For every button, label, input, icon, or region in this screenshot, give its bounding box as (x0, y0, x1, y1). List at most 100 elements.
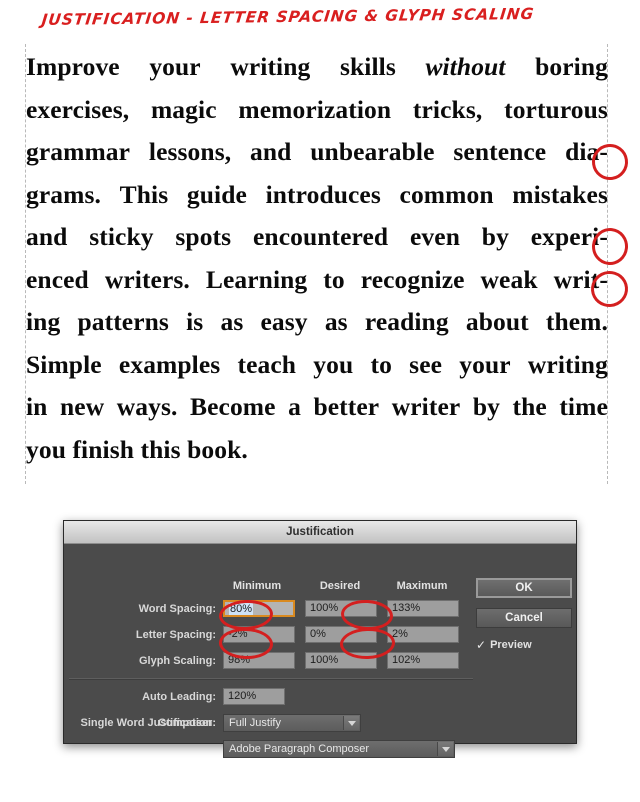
word: finish (72, 434, 135, 464)
preview-checkbox-row[interactable]: ✓ Preview (476, 639, 532, 651)
word: Improve (26, 52, 120, 81)
letter-spacing-desired-input[interactable]: 0% (305, 626, 377, 643)
justification-dialog: Justification Minimum Desired Maximum Wo… (63, 520, 577, 758)
word: and (250, 137, 292, 166)
word: sentence (453, 137, 547, 166)
word: and (26, 222, 68, 251)
word: common (399, 179, 494, 209)
word: the (512, 392, 547, 421)
letter-spacing-maximum-input[interactable]: 2% (387, 626, 459, 643)
preview-label: Preview (490, 639, 532, 651)
word: enced (26, 264, 89, 294)
word-hyphenated: dia- (565, 137, 608, 166)
word: unbearable (310, 137, 435, 166)
word: exercises, (26, 94, 130, 124)
word: torturous (504, 94, 608, 124)
word: a (288, 392, 301, 421)
word: reading (364, 307, 449, 336)
word: recognize (360, 264, 465, 294)
word: writer (391, 392, 461, 421)
composer-value: Adobe Paragraph Composer (229, 743, 370, 755)
letter-spacing-minimum-input[interactable]: -2% (223, 626, 295, 643)
word: you (313, 349, 354, 379)
word: your (149, 52, 201, 81)
word: see (409, 349, 443, 379)
checkmark-icon: ✓ (476, 638, 487, 652)
word-spacing-minimum-input[interactable]: 80% (223, 600, 295, 617)
word-spacing-maximum-input[interactable]: 133% (387, 600, 459, 617)
word: your (459, 349, 511, 379)
word: this (140, 434, 181, 464)
sample-paragraph: Improve your writing skills without boring ex… (26, 46, 608, 471)
word: by (472, 392, 500, 421)
word-spacing-minimum-value: 80% (229, 603, 254, 615)
single-word-justification-select[interactable]: Full Justify (223, 714, 361, 732)
single-word-justification-value: Full Justify (229, 717, 281, 729)
word-hyphenated: experi- (530, 222, 608, 251)
cancel-button[interactable]: Cancel (476, 608, 572, 628)
text-line: Improve your writing skills without boring (26, 46, 608, 89)
label-letter-spacing: Letter Spacing: (135, 629, 216, 641)
word: about (465, 307, 529, 336)
word: grams. (26, 179, 101, 209)
dialog-title: Justification (286, 526, 354, 538)
label-auto-leading: Auto Leading: (142, 691, 216, 703)
word: This (119, 179, 169, 209)
text-line: and sticky spots encountered even by experi- (26, 216, 608, 259)
text-line: enced writers. Learning to recognize weak writ… (26, 259, 608, 302)
text-line: in new ways. Become a better writer by the time (26, 386, 608, 429)
glyph-scaling-minimum-input[interactable]: 98% (223, 652, 295, 669)
chevron-down-icon[interactable] (343, 716, 359, 730)
word: to (323, 264, 345, 294)
word: memorization (238, 94, 392, 124)
word: time (559, 392, 608, 421)
word: Learning (205, 264, 308, 294)
text-line: ing patterns is as easy as reading about them. (26, 301, 608, 344)
chevron-down-icon[interactable] (437, 742, 453, 756)
text-line-last: you finish this book. (26, 429, 608, 472)
text-line: Simple examples teach you to see your writing (26, 344, 608, 387)
label-glyph-scaling: Glyph Scaling: (138, 655, 216, 667)
word-italic: without (425, 52, 506, 81)
ok-button[interactable]: OK (476, 578, 572, 598)
word: Simple (26, 349, 102, 379)
text-line: exercises, magic memorization tricks, tortur… (26, 89, 608, 132)
glyph-scaling-maximum-input[interactable]: 102% (387, 652, 459, 669)
dialog-titlebar[interactable]: Justification (64, 521, 576, 544)
column-header-maximum: Maximum (396, 580, 448, 592)
word: is (186, 307, 204, 336)
word: guide (186, 179, 247, 209)
text-line: grams. This guide introduces common mistakes (26, 174, 608, 217)
word: to (370, 349, 392, 379)
word: introduces (265, 179, 381, 209)
word: skills (339, 52, 396, 81)
word: book. (187, 434, 248, 464)
word: lessons, (148, 137, 232, 166)
word: easy (260, 307, 308, 336)
label-word-spacing: Word Spacing: (138, 603, 216, 615)
column-header-desired: Desired (319, 580, 361, 592)
glyph-scaling-desired-input[interactable]: 100% (305, 652, 377, 669)
word: them. (545, 307, 608, 336)
word-hyphenated: writ- (553, 264, 608, 294)
word: ing (26, 307, 61, 336)
word: in (26, 392, 48, 421)
section-divider (69, 678, 473, 680)
word-spacing-desired-input[interactable]: 100% (305, 600, 377, 617)
word: as (220, 307, 244, 336)
label-composer: Composer: (157, 717, 216, 729)
word: examples (118, 349, 221, 379)
word: weak (480, 264, 538, 294)
word: even (410, 222, 460, 251)
auto-leading-input[interactable]: 120% (223, 688, 285, 705)
dialog-body: Minimum Desired Maximum Word Spacing: 80… (64, 544, 576, 758)
word: writing (527, 349, 608, 379)
word: boring (535, 52, 608, 81)
composer-select[interactable]: Adobe Paragraph Composer (223, 740, 455, 758)
word: grammar (26, 137, 131, 166)
word: you (26, 434, 66, 464)
word: encountered (253, 222, 389, 251)
word: mistakes (512, 179, 608, 209)
word: new (60, 392, 105, 421)
word: teach (237, 349, 297, 379)
